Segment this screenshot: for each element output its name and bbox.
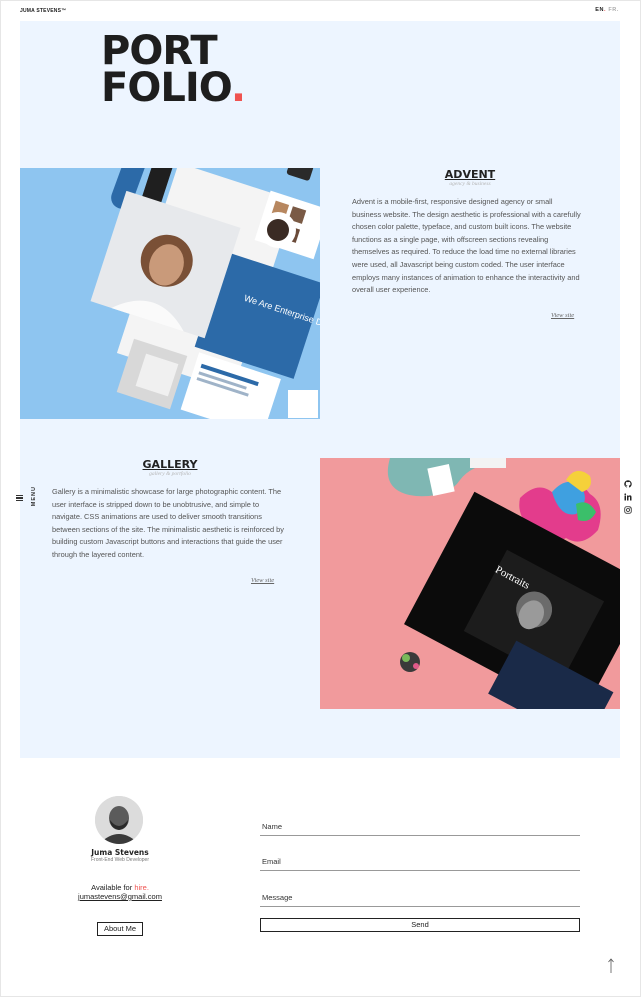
gallery-subtitle: gallery & portfolio [149,471,191,477]
logo-dot: . [230,65,246,111]
advent-description: Advent is a mobile-first, responsive des… [352,197,581,295]
availability-prefix: Available for [91,883,135,892]
linkedin-icon[interactable] [624,493,632,501]
email-field[interactable]: Email [260,857,580,871]
advent-title: ADVENT [444,168,496,181]
language-switcher: EN. FR. [595,7,619,13]
logo-line-2: FOLIO [101,65,232,111]
hamburger-icon [16,495,23,502]
profile-role: Front-End Web Developer [91,857,149,863]
gallery-preview-image[interactable]: Portraits [320,458,620,709]
message-field[interactable]: Message [260,893,580,907]
instagram-icon[interactable] [624,506,632,514]
advent-preview-image[interactable]: We Are Enterprise Digital Agency [20,168,320,419]
social-links [624,480,636,519]
send-button[interactable]: Send [260,918,580,932]
gallery-title: GALLERY [142,458,198,471]
menu-toggle[interactable]: MENU [14,486,38,510]
lang-fr-link[interactable]: FR. [608,7,619,13]
gallery-description: Gallery is a minimalistic showcase for l… [52,487,284,559]
advent-view-site-link[interactable]: View site [551,312,574,319]
brand-name[interactable]: JUMA STEVENS™ [20,8,66,14]
lang-separator: . [604,7,607,13]
profile-name: Juma Stevens [91,848,149,857]
advent-subtitle: agency & business [449,181,491,187]
gallery-view-site-link[interactable]: View site [251,577,274,584]
about-me-button[interactable]: About Me [97,922,143,936]
hire-link[interactable]: hire. [134,883,149,892]
lang-en-link[interactable]: EN [595,7,604,13]
menu-label: MENU [31,486,37,507]
availability-text: Available for hire. [60,883,180,892]
github-icon[interactable] [624,480,632,488]
email-link[interactable]: jumastevens@gmail.com [60,892,180,901]
scroll-top-icon[interactable] [605,957,617,975]
portfolio-logo: PORT FOLIO. [101,31,246,108]
name-field[interactable]: Name [260,822,580,836]
avatar [95,796,143,844]
